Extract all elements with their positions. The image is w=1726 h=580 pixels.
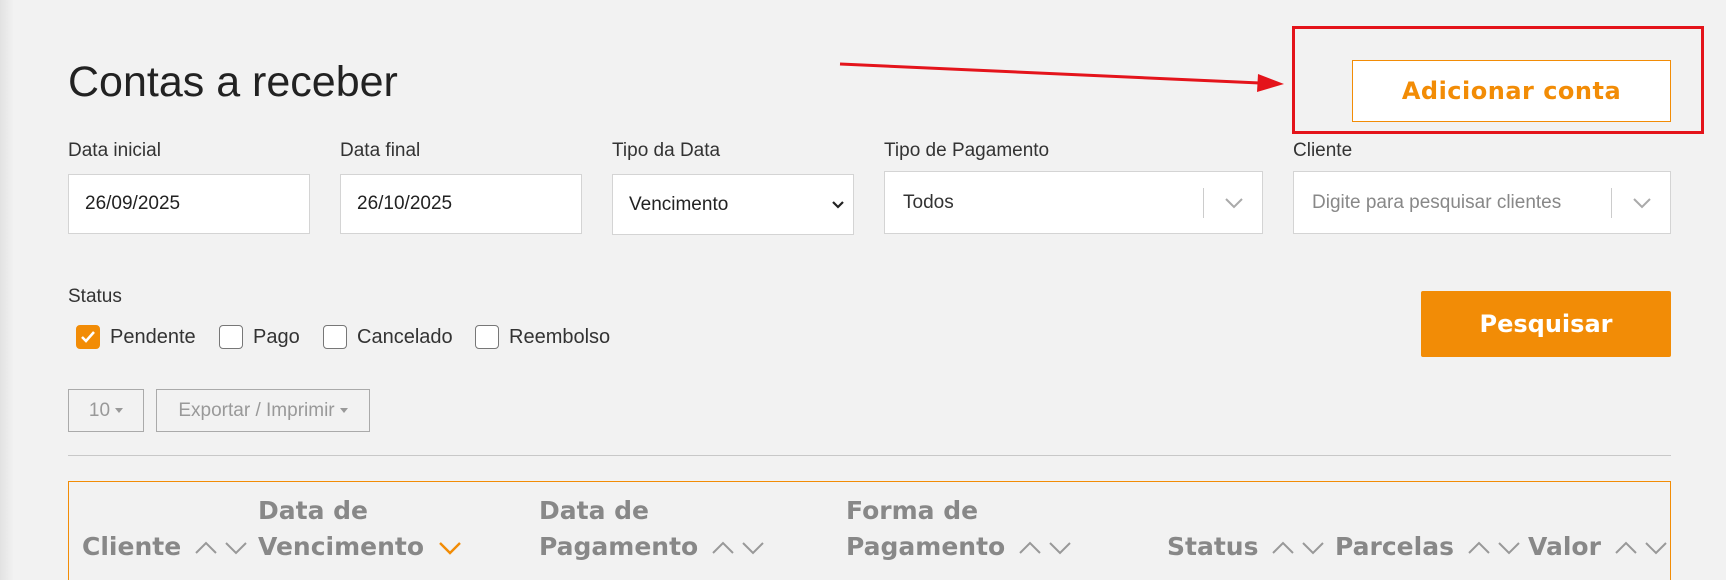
export-print-label: Exportar / Imprimir	[178, 399, 335, 421]
select-separator	[1611, 188, 1612, 218]
payment-type-select[interactable]: Todos	[884, 171, 1263, 234]
column-header-line	[1528, 493, 1670, 529]
client-label: Cliente	[1293, 140, 1353, 161]
column-header-vencimento[interactable]: Data de Vencimento	[258, 493, 465, 565]
status-pago-checkbox[interactable]: Pago	[219, 322, 300, 352]
column-header-label: Valor	[1528, 532, 1601, 561]
column-header-line	[1167, 493, 1327, 529]
sort-icon[interactable]	[1614, 538, 1670, 558]
section-divider	[68, 455, 1671, 456]
caret-down-icon	[339, 408, 348, 413]
status-option-label: Reembolso	[509, 325, 611, 348]
column-header-label: Status	[1167, 532, 1259, 561]
column-header-cliente[interactable]: Cliente	[82, 493, 250, 565]
client-search-placeholder: Digite para pesquisar clientes	[1312, 191, 1562, 213]
checkbox-unchecked[interactable]	[219, 325, 243, 349]
chevron-down-icon[interactable]	[1224, 197, 1244, 209]
column-header-line: Forma de	[846, 496, 979, 525]
sort-icon[interactable]	[1467, 538, 1523, 558]
status-option-label: Cancelado	[357, 325, 453, 348]
column-header-valor[interactable]: Valor	[1528, 493, 1670, 565]
column-header-line	[1335, 493, 1523, 529]
column-header-forma-pagamento[interactable]: Forma de Pagamento	[846, 493, 1074, 565]
page-size-dropdown[interactable]: 10	[68, 389, 144, 432]
status-option-label: Pago	[253, 325, 300, 348]
column-header-label: Vencimento	[258, 532, 425, 561]
status-pendente-checkbox[interactable]: Pendente	[76, 322, 196, 352]
status-cancelado-checkbox[interactable]: Cancelado	[323, 322, 453, 352]
column-header-label: Pagamento	[539, 532, 699, 561]
caret-down-icon	[115, 408, 124, 413]
sort-descending-icon[interactable]	[437, 538, 465, 558]
start-date-input[interactable]: 26/09/2025	[68, 174, 310, 234]
client-search-input[interactable]: Digite para pesquisar clientes	[1293, 171, 1671, 234]
date-type-label: Tipo da Data	[612, 140, 721, 161]
column-header-label: Cliente	[82, 532, 182, 561]
column-header-label: Parcelas	[1335, 532, 1454, 561]
checkmark-icon	[81, 331, 95, 343]
date-type-value: Vencimento	[629, 193, 729, 215]
chevron-down-icon	[832, 200, 844, 209]
status-option-label: Pendente	[110, 325, 196, 348]
payment-type-label: Tipo de Pagamento	[884, 140, 1050, 161]
sort-icon[interactable]	[1018, 538, 1074, 558]
select-separator	[1203, 188, 1204, 218]
sort-icon[interactable]	[1271, 538, 1327, 558]
column-header-line: Data de	[539, 496, 649, 525]
start-date-label: Data inicial	[68, 140, 161, 161]
column-header-line	[82, 493, 250, 529]
column-header-line: Data de	[258, 496, 368, 525]
search-button[interactable]: Pesquisar	[1421, 291, 1671, 357]
end-date-input[interactable]: 26/10/2025	[340, 174, 582, 234]
end-date-label: Data final	[340, 140, 421, 161]
payment-type-value: Todos	[903, 191, 954, 213]
column-header-label: Pagamento	[846, 532, 1006, 561]
column-header-parcelas[interactable]: Parcelas	[1335, 493, 1523, 565]
page-size-value: 10	[88, 399, 111, 421]
checkbox-checked[interactable]	[76, 325, 100, 349]
sort-icon[interactable]	[711, 538, 767, 558]
end-date-value: 26/10/2025	[357, 193, 453, 214]
export-print-dropdown[interactable]: Exportar / Imprimir	[156, 389, 370, 432]
date-type-select[interactable]: Vencimento	[612, 174, 854, 235]
sort-icon[interactable]	[194, 538, 250, 558]
checkbox-unchecked[interactable]	[475, 325, 499, 349]
add-account-button[interactable]: Adicionar conta	[1352, 60, 1671, 122]
column-header-pagamento[interactable]: Data de Pagamento	[539, 493, 767, 565]
status-label: Status	[68, 286, 122, 307]
column-header-status[interactable]: Status	[1167, 493, 1327, 565]
start-date-value: 26/09/2025	[85, 193, 181, 214]
chevron-down-icon[interactable]	[1632, 197, 1652, 209]
checkbox-unchecked[interactable]	[323, 325, 347, 349]
status-reembolso-checkbox[interactable]: Reembolso	[475, 322, 610, 352]
